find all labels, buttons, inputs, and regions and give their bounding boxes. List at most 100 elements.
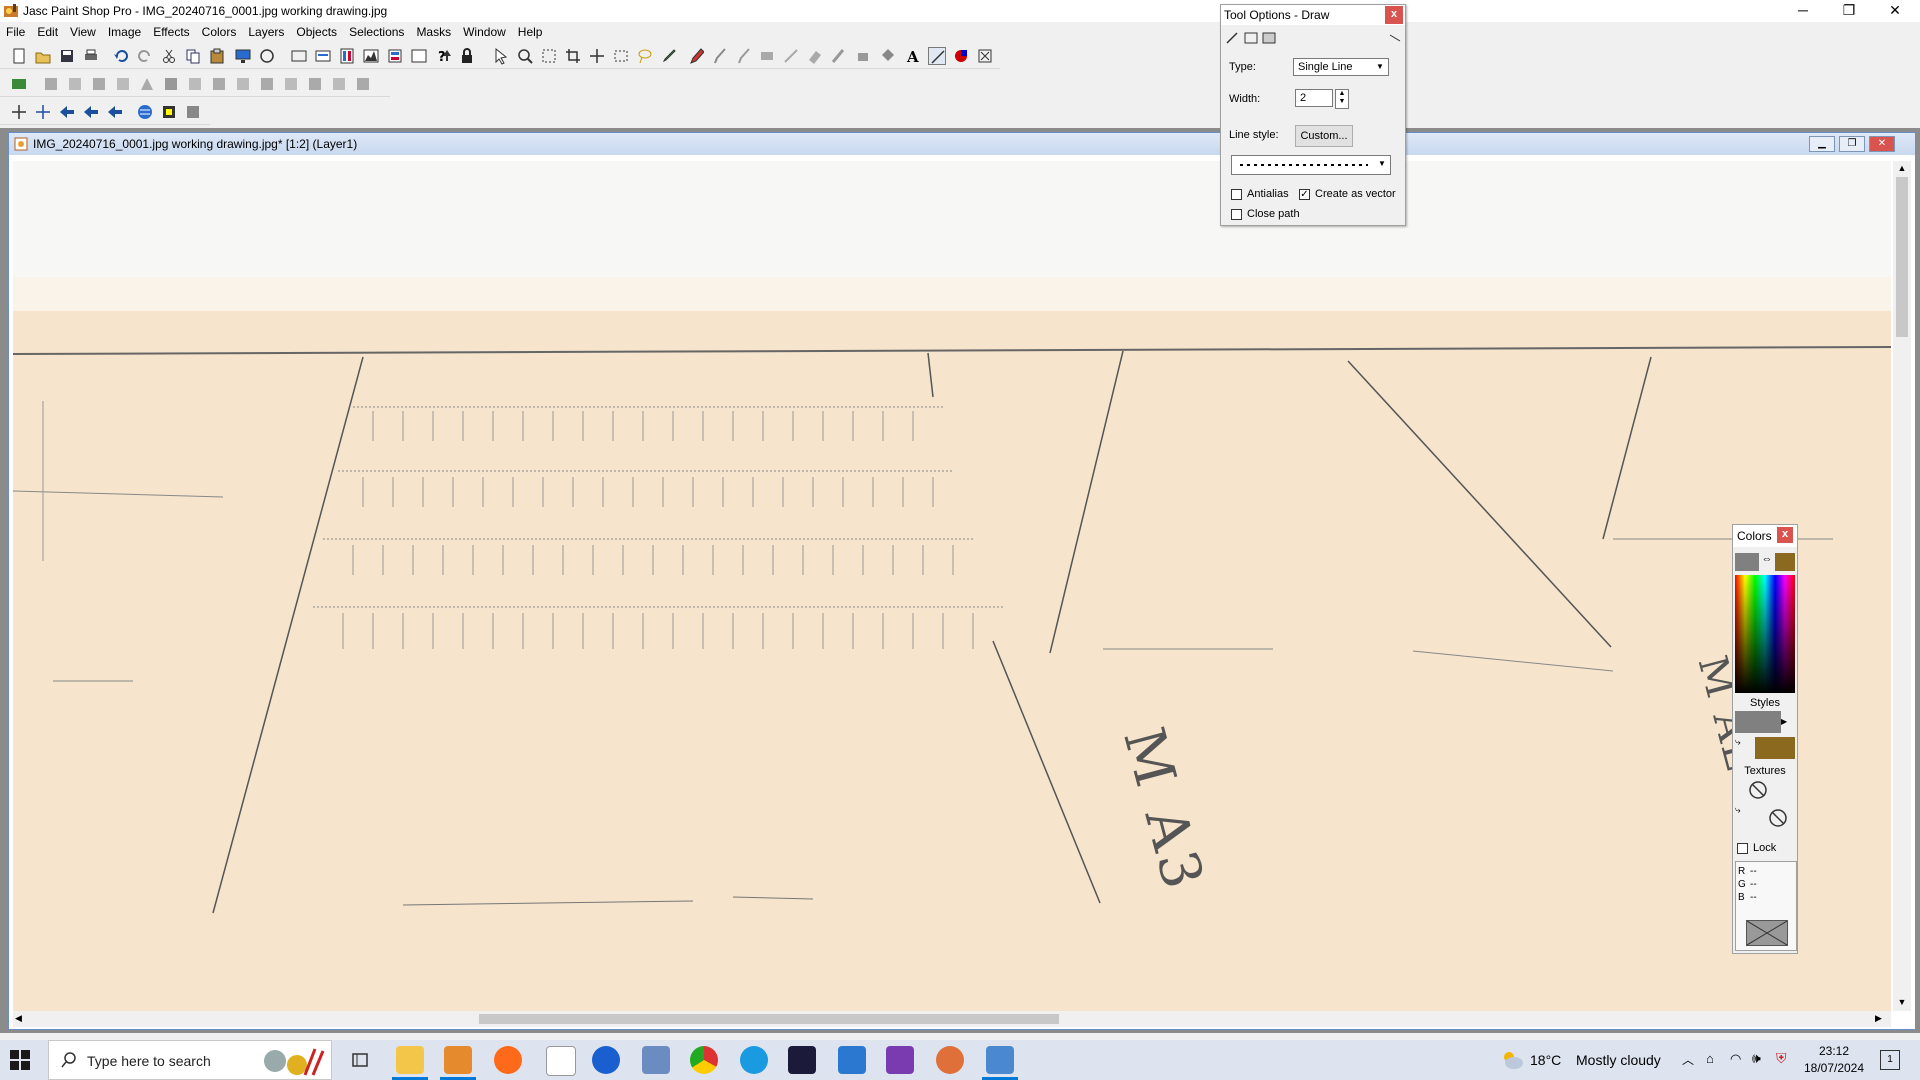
vertical-scrollbar[interactable]: ▲ ▼ [1893, 161, 1911, 1011]
effect-6-icon[interactable] [162, 75, 180, 93]
document-titlebar[interactable]: IMG_20240716_0001.jpg working drawing.jp… [9, 133, 1915, 155]
clock-time[interactable]: 23:12 [1804, 1044, 1864, 1058]
width-spinner[interactable]: ▲ ▼ [1335, 89, 1349, 109]
airbrush-icon[interactable] [854, 47, 872, 65]
menu-objects[interactable]: Objects [290, 22, 343, 42]
overview-window-icon[interactable] [410, 47, 428, 65]
weather-desc[interactable]: Mostly cloudy [1576, 1052, 1661, 1068]
colors-header[interactable]: Colors x [1733, 525, 1797, 547]
file-explorer-icon[interactable] [396, 1046, 424, 1074]
preset-shapes-icon[interactable] [952, 47, 970, 65]
doc-restore-button[interactable]: ❐ [1839, 136, 1865, 152]
menu-masks[interactable]: Masks [410, 22, 457, 42]
effect-10-icon[interactable] [258, 75, 276, 93]
arrow-left-3-icon[interactable] [106, 103, 124, 121]
effect-14-icon[interactable] [354, 75, 372, 93]
move-icon[interactable] [588, 47, 606, 65]
retouch-icon[interactable] [758, 47, 776, 65]
minimize-button[interactable]: ─ [1780, 0, 1826, 22]
copy-icon[interactable] [184, 47, 202, 65]
foreground-style-swatch[interactable] [1735, 711, 1781, 733]
background-texture-none-icon[interactable] [1767, 807, 1789, 829]
pin-icon[interactable] [1387, 31, 1403, 45]
tool-app-icon[interactable] [642, 1046, 670, 1074]
effect-3-icon[interactable] [90, 75, 108, 93]
scroll-right-arrow-icon[interactable]: ▶ [1875, 1013, 1887, 1025]
maximize-button[interactable]: ❐ [1826, 0, 1872, 22]
clock-date[interactable]: 18/07/2024 [1800, 1061, 1868, 1075]
effect-7-icon[interactable] [186, 75, 204, 93]
effect-8-icon[interactable] [210, 75, 228, 93]
wifi-icon[interactable]: ◠ [1730, 1051, 1741, 1067]
color-replacer-icon[interactable] [734, 47, 752, 65]
browse-icon[interactable] [258, 47, 276, 65]
weather-temp[interactable]: 18°C [1530, 1052, 1561, 1068]
paste-icon[interactable] [208, 47, 226, 65]
background-style-swatch[interactable] [1755, 737, 1795, 759]
image-mapper-icon[interactable] [184, 103, 202, 121]
open-folder-icon[interactable] [34, 47, 52, 65]
effect-4-icon[interactable] [114, 75, 132, 93]
arrow-left-1-icon[interactable] [58, 103, 76, 121]
draw-tool-icon[interactable] [928, 47, 946, 65]
cut-icon[interactable] [160, 47, 178, 65]
menu-file[interactable]: File [0, 22, 31, 42]
network-icon[interactable]: ⌂ [1706, 1051, 1714, 1066]
selection-arrow-icon[interactable] [492, 47, 510, 65]
image-canvas[interactable]: M A3 M AL [13, 161, 1891, 1011]
layers-palette-icon[interactable] [386, 47, 404, 65]
chevron-up-icon[interactable]: ︿ [1682, 1051, 1694, 1068]
lock-icon[interactable] [458, 47, 476, 65]
horizontal-scroll-thumb[interactable] [479, 1014, 1059, 1024]
full-screen-icon[interactable] [290, 47, 308, 65]
freehand-lasso-icon[interactable] [636, 47, 654, 65]
width-input[interactable]: 2 [1295, 89, 1333, 107]
taskbar-search-box[interactable]: Type here to search [48, 1040, 332, 1080]
effect-2-icon[interactable] [66, 75, 84, 93]
context-help-icon[interactable]: ? [436, 47, 454, 65]
swap-textures-icon[interactable]: ⤷ [1735, 805, 1751, 821]
effect-11-icon[interactable] [282, 75, 300, 93]
menu-edit[interactable]: Edit [31, 22, 64, 42]
clone-brush-icon[interactable] [710, 47, 728, 65]
menu-image[interactable]: Image [102, 22, 147, 42]
background-swatch[interactable] [1775, 553, 1795, 571]
image-app-icon[interactable] [838, 1046, 866, 1074]
flood-fill-icon[interactable] [878, 47, 896, 65]
object-selector-icon[interactable] [976, 47, 994, 65]
save-icon[interactable] [58, 47, 76, 65]
foreground-swatch[interactable] [1735, 553, 1759, 571]
effect-9-icon[interactable] [234, 75, 252, 93]
globe-icon[interactable] [136, 103, 154, 121]
print-icon[interactable] [82, 47, 100, 65]
chrome-icon[interactable] [690, 1046, 718, 1074]
screen-capture-icon[interactable] [234, 47, 252, 65]
effect-browser-icon[interactable] [10, 75, 28, 93]
menu-layers[interactable]: Layers [242, 22, 290, 42]
type-select[interactable]: Single Line ▼ [1293, 58, 1389, 76]
scratch-remover-icon[interactable] [782, 47, 800, 65]
menu-window[interactable]: Window [457, 22, 512, 42]
draw-tab-icon[interactable] [1225, 31, 1241, 45]
image-slicer-icon[interactable] [160, 103, 178, 121]
horizontal-scrollbar[interactable]: ◀ ▶ [13, 1011, 1891, 1027]
paintbrush-icon[interactable] [686, 47, 705, 65]
style-arrow-icon[interactable]: ▶ [1781, 717, 1791, 727]
blank-document-icon[interactable] [546, 1046, 576, 1076]
zoom-icon[interactable] [516, 47, 534, 65]
split-crosshair-icon[interactable] [34, 103, 52, 121]
colors-close-button[interactable]: x [1777, 527, 1793, 543]
swap-colors-icon[interactable]: ⇔ [1761, 553, 1773, 571]
gear-app-icon[interactable] [936, 1046, 964, 1074]
doc-minimize-button[interactable]: ▁ [1809, 136, 1835, 152]
tool-palette-toggle-icon[interactable] [338, 47, 356, 65]
effect-12-icon[interactable] [306, 75, 324, 93]
effect-13-icon[interactable] [330, 75, 348, 93]
scroll-left-arrow-icon[interactable]: ◀ [15, 1013, 27, 1025]
dark-app-icon[interactable] [788, 1046, 816, 1074]
task-view-icon[interactable] [350, 1050, 370, 1070]
selection-rect-icon[interactable] [612, 47, 630, 65]
effect-5-icon[interactable] [138, 75, 156, 93]
histogram-icon[interactable] [362, 47, 380, 65]
eraser-icon[interactable] [806, 47, 824, 65]
